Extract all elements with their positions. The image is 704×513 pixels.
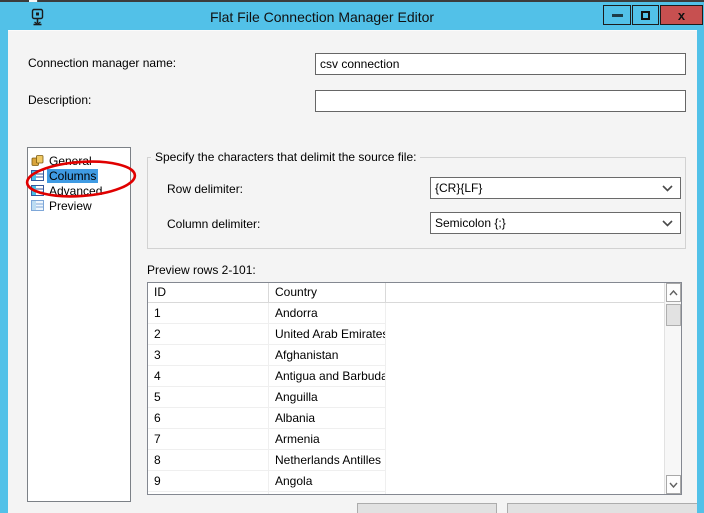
cell-country: Antarctica (269, 492, 386, 494)
table-header-row: ID Country (148, 283, 681, 303)
table-row[interactable]: 7Armenia (148, 429, 664, 450)
cell-id: 8 (148, 450, 269, 471)
flat-file-connection-manager-editor-window: Flat File Connection Manager Editor x Co… (0, 0, 704, 513)
row-delimiter-label: Row delimiter: (167, 182, 243, 196)
connection-manager-name-label: Connection manager name: (28, 56, 176, 70)
cell-country: Armenia (269, 429, 386, 450)
cell-id: 3 (148, 345, 269, 366)
cell-country: Netherlands Antilles (269, 450, 386, 471)
cell-country: Afghanistan (269, 345, 386, 366)
nav-item-label: Columns (47, 169, 98, 183)
description-input[interactable] (315, 90, 686, 112)
row-delimiter-combo[interactable]: {CR}{LF} (430, 177, 681, 199)
chevron-down-icon (662, 185, 673, 192)
table-row[interactable]: 6Albania (148, 408, 664, 429)
cell-filler (386, 387, 664, 408)
cell-id: 10 (148, 492, 269, 494)
cell-filler (386, 408, 664, 429)
table-row[interactable]: 1Andorra (148, 303, 664, 324)
cell-filler (386, 471, 664, 492)
connection-manager-icon (30, 8, 45, 27)
cell-country: United Arab Emirates (269, 324, 386, 345)
column-delimiter-combo[interactable]: Semicolon {;} (430, 212, 681, 234)
cell-filler (386, 429, 664, 450)
cell-country: Anguilla (269, 387, 386, 408)
cell-id: 5 (148, 387, 269, 408)
connection-manager-name-input[interactable] (315, 53, 686, 75)
cell-country: Albania (269, 408, 386, 429)
cell-country: Angola (269, 471, 386, 492)
scroll-up-button[interactable] (666, 283, 681, 302)
titlebar[interactable]: Flat File Connection Manager Editor x (0, 2, 704, 30)
cutoff-button-right[interactable] (507, 503, 699, 513)
window-border-right-overlay (697, 30, 704, 513)
column-header-id[interactable]: ID (148, 283, 269, 303)
cell-id: 6 (148, 408, 269, 429)
minimize-icon (612, 14, 623, 17)
scrollbar-thumb[interactable] (666, 304, 681, 326)
table-row[interactable]: 8Netherlands Antilles (148, 450, 664, 471)
description-label: Description: (28, 93, 91, 107)
chevron-down-icon (662, 220, 673, 227)
minimize-button[interactable] (603, 5, 631, 25)
nav-item-columns[interactable]: Columns (28, 168, 130, 183)
window-border-left (0, 30, 8, 513)
preview-table-body: 1Andorra2United Arab Emirates3Afghanista… (148, 303, 664, 494)
cell-country: Andorra (269, 303, 386, 324)
cell-id: 9 (148, 471, 269, 492)
nav-item-label: Advanced (47, 184, 104, 198)
nav-item-label: Preview (47, 199, 94, 213)
preview-table: ID Country 1Andorra2United Arab Emirates… (147, 282, 682, 495)
preview-page-icon (31, 199, 44, 212)
cell-filler (386, 450, 664, 471)
cell-id: 1 (148, 303, 269, 324)
cell-filler (386, 324, 664, 345)
table-row[interactable]: 10Antarctica (148, 492, 664, 494)
table-row[interactable]: 9Angola (148, 471, 664, 492)
chevron-up-icon (669, 290, 678, 296)
cell-filler (386, 303, 664, 324)
cell-country: Antigua and Barbuda (269, 366, 386, 387)
maximize-icon (641, 11, 650, 20)
delimiters-group-label: Specify the characters that delimit the … (151, 150, 420, 164)
cell-filler (386, 366, 664, 387)
column-delimiter-label: Column delimiter: (167, 217, 260, 231)
columns-page-icon (31, 169, 44, 182)
close-icon: x (678, 8, 685, 23)
preview-rows-label: Preview rows 2-101: (147, 263, 256, 277)
column-delimiter-value: Semicolon {;} (431, 216, 662, 230)
cell-id: 7 (148, 429, 269, 450)
delimiters-groupbox (147, 157, 686, 249)
table-row[interactable]: 3Afghanistan (148, 345, 664, 366)
cutoff-button-left[interactable] (357, 503, 497, 513)
table-row[interactable]: 4Antigua and Barbuda (148, 366, 664, 387)
row-delimiter-value: {CR}{LF} (431, 181, 662, 195)
chevron-down-icon (669, 482, 678, 488)
window-title: Flat File Connection Manager Editor (44, 9, 600, 25)
maximize-button[interactable] (632, 5, 659, 25)
nav-item-general[interactable]: General (28, 153, 130, 168)
nav-item-advanced[interactable]: Advanced (28, 183, 130, 198)
column-header-country[interactable]: Country (269, 283, 386, 303)
cell-filler (386, 345, 664, 366)
close-button[interactable]: x (660, 5, 703, 25)
nav-item-preview[interactable]: Preview (28, 198, 130, 213)
cell-filler (386, 492, 664, 494)
scroll-down-button[interactable] (666, 475, 681, 494)
general-page-icon (31, 154, 44, 167)
nav-item-label: General (47, 154, 94, 168)
column-header-filler (386, 283, 681, 303)
table-scrollbar[interactable] (664, 283, 681, 494)
table-row[interactable]: 2United Arab Emirates (148, 324, 664, 345)
pages-listbox: General Columns Advanced (27, 147, 131, 502)
cell-id: 4 (148, 366, 269, 387)
table-row[interactable]: 5Anguilla (148, 387, 664, 408)
advanced-page-icon (31, 184, 44, 197)
cell-id: 2 (148, 324, 269, 345)
